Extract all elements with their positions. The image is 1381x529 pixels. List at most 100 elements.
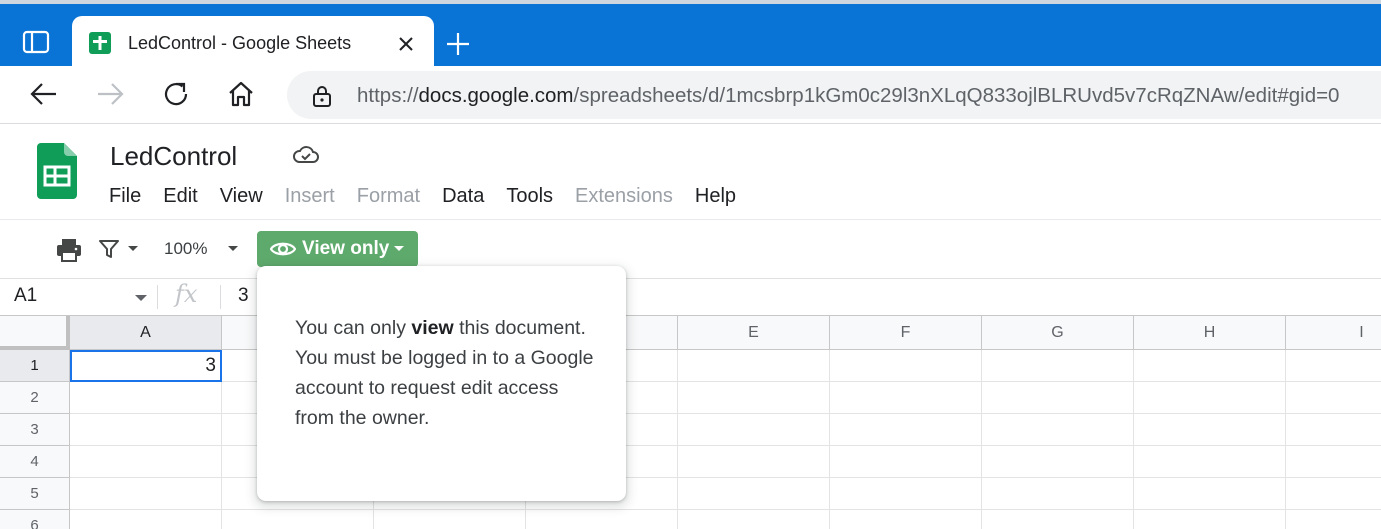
popover-message: You can only view this document. You mus… (295, 313, 600, 433)
cell-f3[interactable] (830, 414, 982, 446)
browser-tab[interactable]: LedControl - Google Sheets (72, 16, 434, 70)
browser-toolbar: https://docs.google.com/spreadsheets/d/1… (0, 66, 1381, 124)
zoom-dropdown-caret[interactable] (228, 246, 238, 251)
filter-icon[interactable] (98, 238, 120, 260)
toolbar-divider (0, 278, 1381, 279)
url-path: /spreadsheets/d/1mcsbrp1kGm0c29l3nXLqQ83… (573, 84, 1340, 107)
cell-e1[interactable] (678, 350, 830, 382)
row-header-4[interactable]: 4 (0, 446, 70, 478)
sidebar-icon[interactable] (22, 30, 50, 54)
cell-f2[interactable] (830, 382, 982, 414)
cell-i3[interactable] (1286, 414, 1381, 446)
forward-icon (98, 83, 124, 105)
column-header-h[interactable]: H (1134, 316, 1286, 350)
cell-e2[interactable] (678, 382, 830, 414)
cell-a4[interactable] (70, 446, 222, 478)
name-box-caret[interactable] (135, 295, 147, 301)
cell-g3[interactable] (982, 414, 1134, 446)
cell-h2[interactable] (1134, 382, 1286, 414)
column-header-e[interactable]: E (678, 316, 830, 350)
menu-insert: Insert (284, 185, 335, 207)
view-only-caret (394, 246, 404, 251)
cell-h5[interactable] (1134, 478, 1286, 510)
formula-input[interactable]: 3 (238, 285, 249, 307)
cell-i5[interactable] (1286, 478, 1381, 510)
cell-g2[interactable] (982, 382, 1134, 414)
lock-icon[interactable] (311, 84, 333, 108)
view-only-button[interactable]: View only (257, 231, 418, 267)
cell-d6[interactable] (526, 510, 678, 529)
back-icon[interactable] (28, 78, 60, 110)
cell-g1[interactable] (982, 350, 1134, 382)
cell-a5[interactable] (70, 478, 222, 510)
column-header-f[interactable]: F (830, 316, 982, 350)
formula-bar-separator (220, 285, 221, 309)
popover-text-bold: view (411, 317, 454, 339)
menu-file[interactable]: File (98, 182, 152, 212)
cell-h4[interactable] (1134, 446, 1286, 478)
cell-h6[interactable] (1134, 510, 1286, 529)
menu-format: Format (356, 185, 421, 207)
menu-data[interactable]: Data (431, 182, 495, 212)
filter-dropdown-caret[interactable] (128, 246, 138, 251)
select-all-corner[interactable] (0, 316, 70, 350)
menu-tools[interactable]: Tools (495, 182, 564, 212)
row-header-6[interactable]: 6 (0, 510, 70, 529)
view-only-popover: You can only view this document. You mus… (257, 266, 626, 501)
cell-a6[interactable] (70, 510, 222, 529)
cell-e5[interactable] (678, 478, 830, 510)
print-icon[interactable] (56, 238, 82, 262)
close-icon[interactable] (396, 34, 416, 54)
cell-i6[interactable] (1286, 510, 1381, 529)
sheets-favicon (89, 32, 111, 54)
plus-icon[interactable] (444, 30, 472, 58)
column-header-g[interactable]: G (982, 316, 1134, 350)
popover-text-start: You can only (295, 317, 412, 339)
cell-i2[interactable] (1286, 382, 1381, 414)
cell-i1[interactable] (1286, 350, 1381, 382)
header-divider (0, 219, 1381, 220)
home-icon[interactable] (225, 78, 257, 110)
cell-e3[interactable] (678, 414, 830, 446)
reload-icon[interactable] (160, 78, 192, 110)
column-header-a[interactable]: A (70, 316, 222, 350)
cell-f4[interactable] (830, 446, 982, 478)
tab-title: LedControl - Google Sheets (128, 33, 352, 53)
cell-g6[interactable] (982, 510, 1134, 529)
name-box[interactable]: A1 (14, 285, 37, 307)
menu-view[interactable]: View (209, 182, 274, 212)
row-header-1[interactable]: 1 (0, 350, 70, 382)
cell-a3[interactable] (70, 414, 222, 446)
column-header-i[interactable]: I (1286, 316, 1381, 350)
cell-h1[interactable] (1134, 350, 1286, 382)
cell-e6[interactable] (678, 510, 830, 529)
cell-g4[interactable] (982, 446, 1134, 478)
spreadsheet-grid: ABCDEFGHI1323456 (0, 315, 1381, 529)
zoom-select[interactable]: 100% (164, 239, 207, 259)
address-bar[interactable]: https://docs.google.com/spreadsheets/d/1… (287, 71, 1381, 119)
cell-f5[interactable] (830, 478, 982, 510)
url-prefix: https:// (357, 84, 419, 107)
cell-b6[interactable] (222, 510, 374, 529)
cell-i4[interactable] (1286, 446, 1381, 478)
sheets-logo[interactable] (37, 143, 77, 199)
row-header-5[interactable]: 5 (0, 478, 70, 510)
cell-a2[interactable] (70, 382, 222, 414)
cell-a1[interactable]: 3 (70, 350, 222, 382)
browser-tab-strip: LedControl - Google Sheets (0, 0, 1381, 70)
document-title[interactable]: LedControl (110, 141, 237, 172)
menu-bar: File Edit View Insert Format Data Tools … (98, 182, 747, 212)
cell-f6[interactable] (830, 510, 982, 529)
menu-help[interactable]: Help (684, 182, 747, 212)
row-header-3[interactable]: 3 (0, 414, 70, 446)
eye-icon (270, 242, 296, 256)
menu-edit[interactable]: Edit (152, 182, 208, 212)
cell-h3[interactable] (1134, 414, 1286, 446)
row-header-2[interactable]: 2 (0, 382, 70, 414)
cell-g5[interactable] (982, 478, 1134, 510)
cell-c6[interactable] (374, 510, 526, 529)
url-text: https://docs.google.com/spreadsheets/d/1… (357, 84, 1339, 108)
cloud-saved-icon[interactable] (291, 143, 321, 167)
cell-f1[interactable] (830, 350, 982, 382)
cell-e4[interactable] (678, 446, 830, 478)
